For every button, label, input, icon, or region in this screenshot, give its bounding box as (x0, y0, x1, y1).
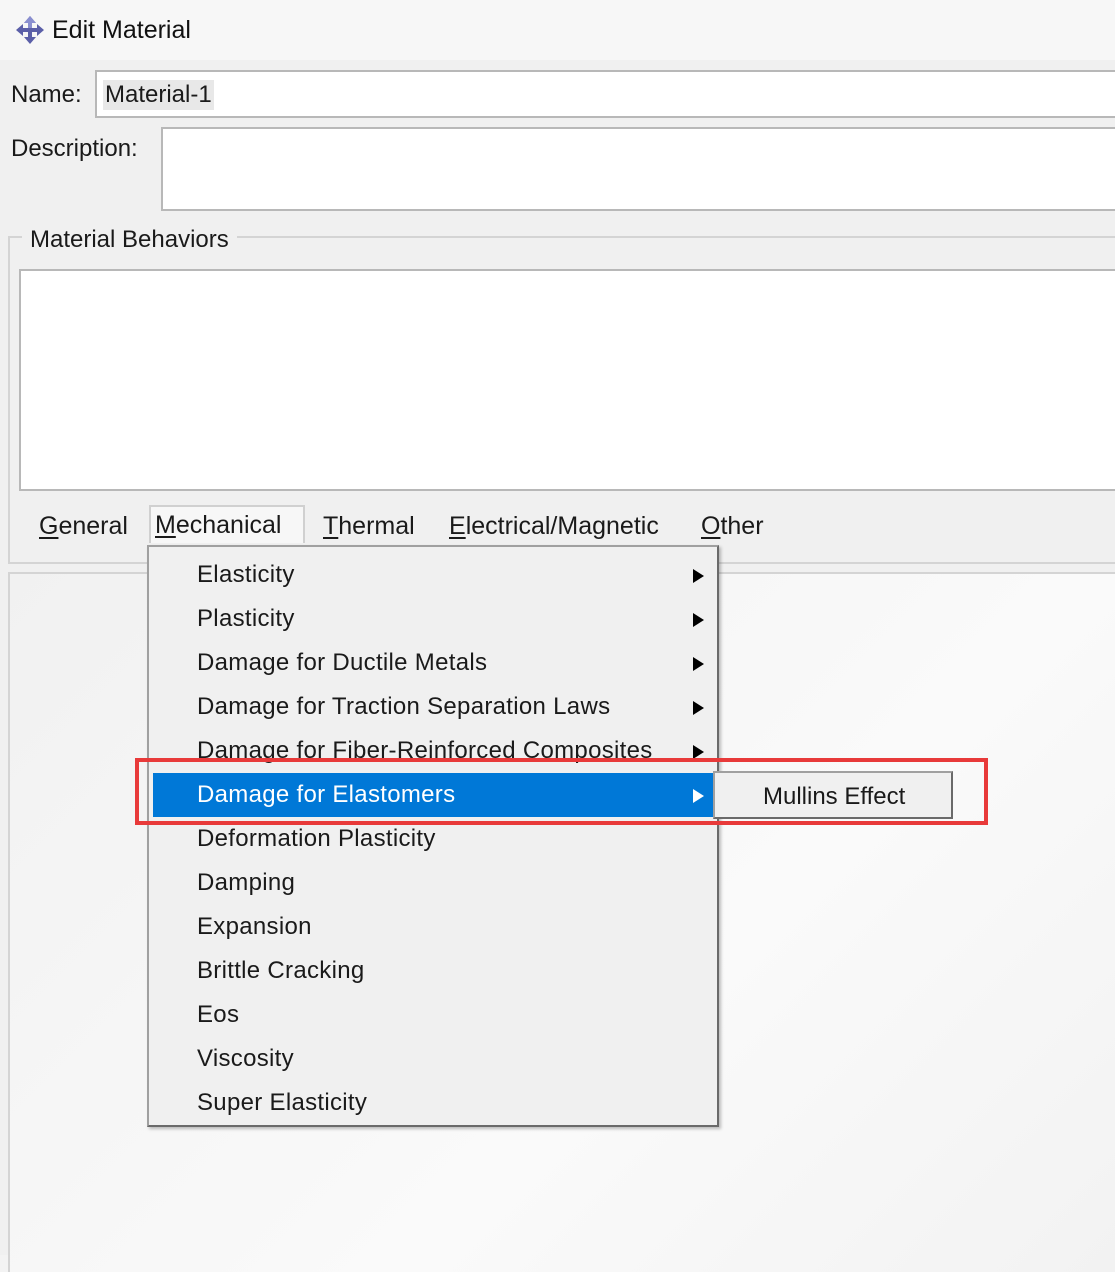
menu-item-damage-fiber-composites[interactable]: Damage for Fiber-Reinforced Composites (153, 729, 713, 773)
menu-item-deformation-plasticity[interactable]: Deformation Plasticity (153, 817, 713, 861)
menu-item-label: Damage for Fiber-Reinforced Composites (197, 737, 653, 764)
menu-item-label: Expansion (197, 913, 312, 940)
menu-item-damage-traction-separation[interactable]: Damage for Traction Separation Laws (153, 685, 713, 729)
menu-mnemonic: M (155, 511, 176, 539)
menu-item-elasticity[interactable]: Elasticity (153, 553, 713, 597)
menu-item-super-elasticity[interactable]: Super Elasticity (153, 1081, 713, 1125)
menu-item-label: Damage for Elastomers (197, 781, 456, 808)
menu-item-label: Super Elasticity (197, 1089, 368, 1116)
menu-item-label: Eos (197, 1001, 240, 1028)
menu-mnemonic: G (39, 512, 59, 540)
menu-item-viscosity[interactable]: Viscosity (153, 1037, 713, 1081)
description-input[interactable] (161, 127, 1115, 211)
menu-item-label: Deformation Plasticity (197, 825, 436, 852)
menu-item-damage-elastomers[interactable]: Damage for Elastomers (153, 773, 713, 817)
menu-item-expansion[interactable]: Expansion (153, 905, 713, 949)
menu-electrical-magnetic[interactable]: Electrical/Magnetic (445, 508, 663, 544)
edit-material-dialog: Edit Material Name: Material-1 Descripti… (0, 0, 1115, 1272)
material-behaviors-title: Material Behaviors (22, 225, 237, 255)
submenu-arrow-icon (693, 701, 704, 715)
submenu-arrow-icon (693, 613, 704, 627)
menu-item-damping[interactable]: Damping (153, 861, 713, 905)
submenu-arrow-icon (693, 745, 704, 759)
menu-other[interactable]: Other (697, 508, 768, 544)
menu-item-label: Damping (197, 869, 296, 896)
menu-thermal[interactable]: Thermal (319, 508, 419, 544)
menu-item-label: Brittle Cracking (197, 957, 365, 984)
material-behaviors-list[interactable] (19, 269, 1115, 491)
name-label: Name: (11, 81, 82, 108)
submenu-arrow-icon (693, 657, 704, 671)
submenu-arrow-icon (693, 569, 704, 583)
menu-mechanical[interactable]: Mechanical (149, 505, 305, 543)
menu-item-label: Damage for Traction Separation Laws (197, 693, 611, 720)
menu-item-plasticity[interactable]: Plasticity (153, 597, 713, 641)
submenu-arrow-icon (693, 789, 704, 803)
menu-general[interactable]: General (35, 508, 132, 544)
name-value: Material-1 (103, 80, 214, 110)
description-label: Description: (11, 135, 138, 162)
menu-mnemonic: O (701, 512, 721, 540)
menu-item-label: Elasticity (197, 561, 295, 588)
menu-mnemonic: E (449, 512, 466, 540)
menu-item-label: Viscosity (197, 1045, 294, 1072)
mechanical-dropdown-menu: Elasticity Plasticity Damage for Ductile… (147, 545, 719, 1127)
name-input[interactable]: Material-1 (95, 70, 1115, 118)
window-title: Edit Material (52, 16, 191, 44)
abaqus-material-icon (16, 16, 44, 44)
menu-item-label: Plasticity (197, 605, 295, 632)
menu-mnemonic: T (323, 512, 339, 540)
menu-item-mullins-effect[interactable]: Mullins Effect (763, 781, 905, 813)
title-bar: Edit Material (0, 0, 1115, 60)
elastomers-submenu: Mullins Effect (713, 771, 953, 819)
menu-item-brittle-cracking[interactable]: Brittle Cracking (153, 949, 713, 993)
menu-item-eos[interactable]: Eos (153, 993, 713, 1037)
menu-item-label: Damage for Ductile Metals (197, 649, 488, 676)
menu-item-damage-ductile-metals[interactable]: Damage for Ductile Metals (153, 641, 713, 685)
